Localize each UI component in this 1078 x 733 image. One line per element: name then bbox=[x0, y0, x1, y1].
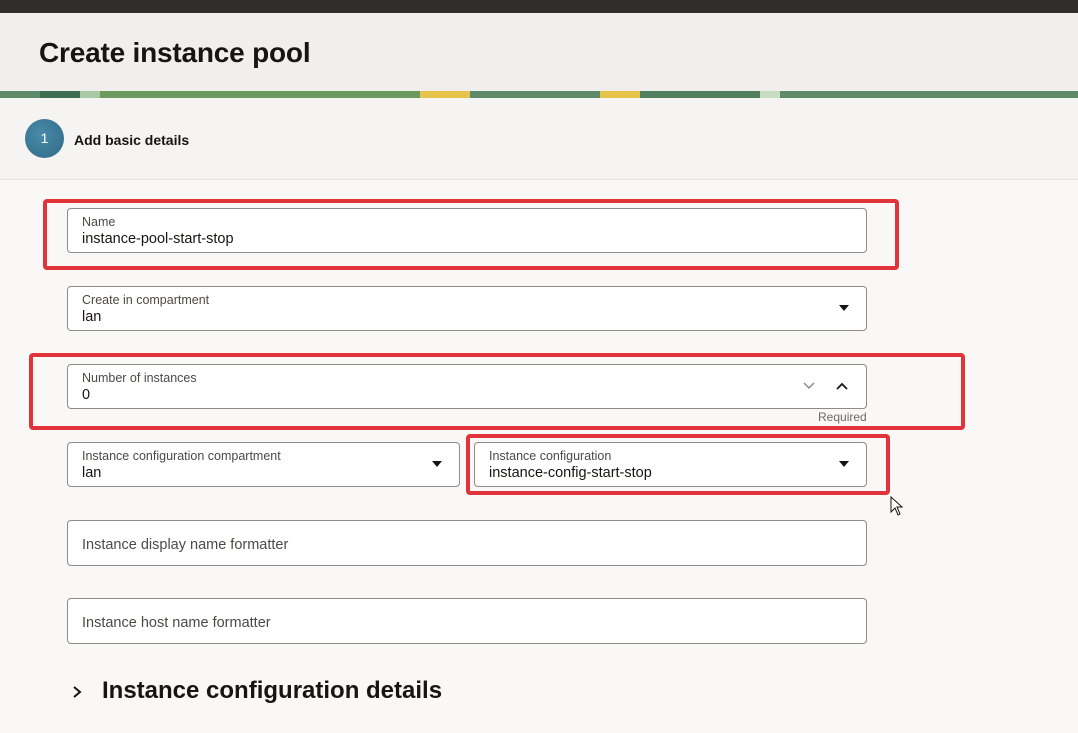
top-bar bbox=[0, 0, 1078, 13]
host-name-formatter-input[interactable]: Instance host name formatter bbox=[67, 598, 867, 644]
compartment-label: Create in compartment bbox=[82, 293, 210, 307]
page-title: Create instance pool bbox=[39, 37, 311, 68]
section-title[interactable]: Instance configuration details bbox=[102, 677, 442, 705]
name-highlight bbox=[43, 199, 899, 270]
display-name-formatter-input[interactable]: Instance display name formatter bbox=[67, 520, 867, 566]
decorative-banner bbox=[0, 91, 1078, 98]
step-number-badge[interactable]: 1 bbox=[25, 119, 64, 158]
step-label[interactable]: Add basic details bbox=[74, 132, 189, 148]
host-name-formatter-placeholder: Instance host name formatter bbox=[82, 615, 271, 631]
config-compartment-value: lan bbox=[82, 465, 102, 481]
config-compartment-label: Instance configuration compartment bbox=[82, 449, 281, 463]
instances-highlight bbox=[29, 353, 965, 430]
config-highlight bbox=[466, 434, 890, 495]
dropdown-caret-icon[interactable] bbox=[839, 305, 849, 311]
dropdown-caret-icon[interactable] bbox=[432, 461, 442, 467]
page-header: Create instance pool bbox=[0, 13, 1078, 91]
compartment-value: lan bbox=[82, 309, 102, 325]
mouse-cursor-icon bbox=[890, 495, 904, 516]
config-compartment-select[interactable]: Instance configuration compartment lan bbox=[67, 442, 460, 487]
step-bar: 1 Add basic details bbox=[0, 98, 1078, 180]
display-name-formatter-placeholder: Instance display name formatter bbox=[82, 537, 289, 553]
compartment-select[interactable]: Create in compartment lan bbox=[67, 286, 867, 331]
chevron-right-icon[interactable] bbox=[70, 682, 84, 702]
